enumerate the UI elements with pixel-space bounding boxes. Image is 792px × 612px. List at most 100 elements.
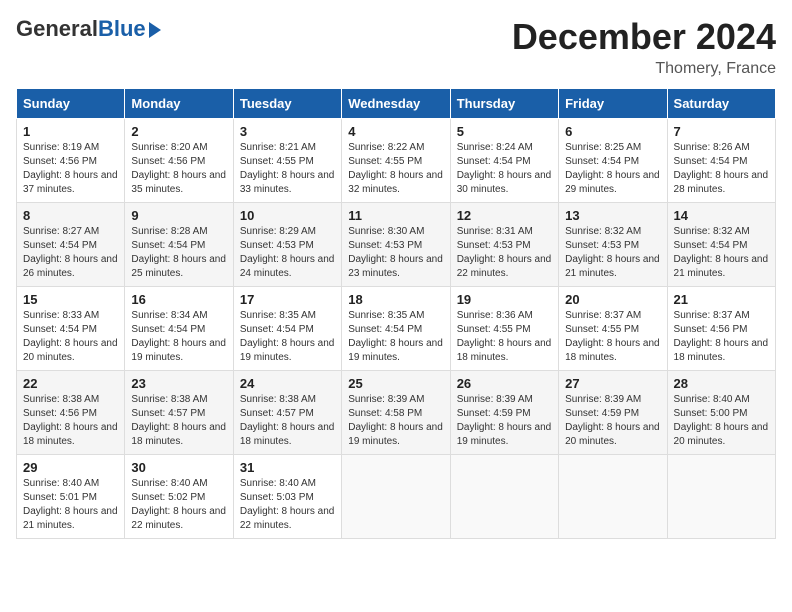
calendar-cell: 29 Sunrise: 8:40 AMSunset: 5:01 PMDaylig… [17, 455, 125, 539]
cell-info: Sunrise: 8:24 AMSunset: 4:54 PMDaylight:… [457, 142, 552, 195]
cell-info: Sunrise: 8:19 AMSunset: 4:56 PMDaylight:… [23, 142, 118, 195]
calendar-week-row: 15 Sunrise: 8:33 AMSunset: 4:54 PMDaylig… [17, 287, 776, 371]
calendar-cell: 22 Sunrise: 8:38 AMSunset: 4:56 PMDaylig… [17, 371, 125, 455]
day-number: 18 [348, 292, 443, 307]
cell-info: Sunrise: 8:20 AMSunset: 4:56 PMDaylight:… [131, 142, 226, 195]
day-number: 7 [674, 124, 769, 139]
calendar-week-row: 1 Sunrise: 8:19 AMSunset: 4:56 PMDayligh… [17, 119, 776, 203]
calendar-cell: 15 Sunrise: 8:33 AMSunset: 4:54 PMDaylig… [17, 287, 125, 371]
calendar-cell [559, 455, 667, 539]
calendar-cell: 26 Sunrise: 8:39 AMSunset: 4:59 PMDaylig… [450, 371, 558, 455]
cell-info: Sunrise: 8:25 AMSunset: 4:54 PMDaylight:… [565, 142, 660, 195]
day-number: 15 [23, 292, 118, 307]
logo-general-text: General [16, 16, 98, 42]
cell-info: Sunrise: 8:29 AMSunset: 4:53 PMDaylight:… [240, 226, 335, 279]
day-number: 12 [457, 208, 552, 223]
calendar-cell: 21 Sunrise: 8:37 AMSunset: 4:56 PMDaylig… [667, 287, 775, 371]
cell-info: Sunrise: 8:31 AMSunset: 4:53 PMDaylight:… [457, 226, 552, 279]
day-number: 31 [240, 460, 335, 475]
calendar-cell: 18 Sunrise: 8:35 AMSunset: 4:54 PMDaylig… [342, 287, 450, 371]
day-number: 11 [348, 208, 443, 223]
cell-info: Sunrise: 8:28 AMSunset: 4:54 PMDaylight:… [131, 226, 226, 279]
calendar-week-row: 22 Sunrise: 8:38 AMSunset: 4:56 PMDaylig… [17, 371, 776, 455]
day-number: 28 [674, 376, 769, 391]
calendar-cell: 31 Sunrise: 8:40 AMSunset: 5:03 PMDaylig… [233, 455, 341, 539]
calendar-header-monday: Monday [125, 89, 233, 119]
day-number: 5 [457, 124, 552, 139]
day-number: 4 [348, 124, 443, 139]
day-number: 6 [565, 124, 660, 139]
calendar-table: SundayMondayTuesdayWednesdayThursdayFrid… [16, 88, 776, 539]
month-title: December 2024 [512, 16, 776, 58]
day-number: 24 [240, 376, 335, 391]
calendar-cell: 1 Sunrise: 8:19 AMSunset: 4:56 PMDayligh… [17, 119, 125, 203]
title-area: December 2024 Thomery, France [512, 16, 776, 78]
calendar-cell: 24 Sunrise: 8:38 AMSunset: 4:57 PMDaylig… [233, 371, 341, 455]
day-number: 21 [674, 292, 769, 307]
cell-info: Sunrise: 8:33 AMSunset: 4:54 PMDaylight:… [23, 310, 118, 363]
cell-info: Sunrise: 8:37 AMSunset: 4:55 PMDaylight:… [565, 310, 660, 363]
day-number: 22 [23, 376, 118, 391]
cell-info: Sunrise: 8:39 AMSunset: 4:59 PMDaylight:… [457, 394, 552, 447]
calendar-header-sunday: Sunday [17, 89, 125, 119]
cell-info: Sunrise: 8:40 AMSunset: 5:02 PMDaylight:… [131, 478, 226, 531]
calendar-cell [450, 455, 558, 539]
cell-info: Sunrise: 8:40 AMSunset: 5:03 PMDaylight:… [240, 478, 335, 531]
calendar-cell: 25 Sunrise: 8:39 AMSunset: 4:58 PMDaylig… [342, 371, 450, 455]
cell-info: Sunrise: 8:39 AMSunset: 4:59 PMDaylight:… [565, 394, 660, 447]
cell-info: Sunrise: 8:32 AMSunset: 4:54 PMDaylight:… [674, 226, 769, 279]
calendar-cell: 7 Sunrise: 8:26 AMSunset: 4:54 PMDayligh… [667, 119, 775, 203]
day-number: 26 [457, 376, 552, 391]
calendar-cell: 23 Sunrise: 8:38 AMSunset: 4:57 PMDaylig… [125, 371, 233, 455]
cell-info: Sunrise: 8:36 AMSunset: 4:55 PMDaylight:… [457, 310, 552, 363]
cell-info: Sunrise: 8:32 AMSunset: 4:53 PMDaylight:… [565, 226, 660, 279]
day-number: 10 [240, 208, 335, 223]
calendar-header-thursday: Thursday [450, 89, 558, 119]
cell-info: Sunrise: 8:37 AMSunset: 4:56 PMDaylight:… [674, 310, 769, 363]
day-number: 16 [131, 292, 226, 307]
day-number: 25 [348, 376, 443, 391]
day-number: 19 [457, 292, 552, 307]
day-number: 3 [240, 124, 335, 139]
calendar-week-row: 8 Sunrise: 8:27 AMSunset: 4:54 PMDayligh… [17, 203, 776, 287]
calendar-cell: 6 Sunrise: 8:25 AMSunset: 4:54 PMDayligh… [559, 119, 667, 203]
calendar-cell [667, 455, 775, 539]
cell-info: Sunrise: 8:38 AMSunset: 4:57 PMDaylight:… [131, 394, 226, 447]
calendar-cell: 16 Sunrise: 8:34 AMSunset: 4:54 PMDaylig… [125, 287, 233, 371]
calendar-header-tuesday: Tuesday [233, 89, 341, 119]
day-number: 27 [565, 376, 660, 391]
day-number: 17 [240, 292, 335, 307]
calendar-cell [342, 455, 450, 539]
cell-info: Sunrise: 8:27 AMSunset: 4:54 PMDaylight:… [23, 226, 118, 279]
calendar-cell: 19 Sunrise: 8:36 AMSunset: 4:55 PMDaylig… [450, 287, 558, 371]
day-number: 1 [23, 124, 118, 139]
calendar-header-friday: Friday [559, 89, 667, 119]
calendar-cell: 9 Sunrise: 8:28 AMSunset: 4:54 PMDayligh… [125, 203, 233, 287]
cell-info: Sunrise: 8:22 AMSunset: 4:55 PMDaylight:… [348, 142, 443, 195]
cell-info: Sunrise: 8:21 AMSunset: 4:55 PMDaylight:… [240, 142, 335, 195]
location-title: Thomery, France [512, 60, 776, 78]
day-number: 29 [23, 460, 118, 475]
calendar-cell: 27 Sunrise: 8:39 AMSunset: 4:59 PMDaylig… [559, 371, 667, 455]
calendar-header-row: SundayMondayTuesdayWednesdayThursdayFrid… [17, 89, 776, 119]
calendar-header-saturday: Saturday [667, 89, 775, 119]
cell-info: Sunrise: 8:35 AMSunset: 4:54 PMDaylight:… [240, 310, 335, 363]
cell-info: Sunrise: 8:26 AMSunset: 4:54 PMDaylight:… [674, 142, 769, 195]
calendar-cell: 14 Sunrise: 8:32 AMSunset: 4:54 PMDaylig… [667, 203, 775, 287]
calendar-cell: 2 Sunrise: 8:20 AMSunset: 4:56 PMDayligh… [125, 119, 233, 203]
logo-arrow-icon [149, 22, 161, 38]
calendar-cell: 13 Sunrise: 8:32 AMSunset: 4:53 PMDaylig… [559, 203, 667, 287]
cell-info: Sunrise: 8:38 AMSunset: 4:56 PMDaylight:… [23, 394, 118, 447]
calendar-cell: 30 Sunrise: 8:40 AMSunset: 5:02 PMDaylig… [125, 455, 233, 539]
cell-info: Sunrise: 8:39 AMSunset: 4:58 PMDaylight:… [348, 394, 443, 447]
logo-blue-text: Blue [98, 16, 146, 42]
day-number: 8 [23, 208, 118, 223]
calendar-cell: 11 Sunrise: 8:30 AMSunset: 4:53 PMDaylig… [342, 203, 450, 287]
calendar-header-wednesday: Wednesday [342, 89, 450, 119]
calendar-cell: 3 Sunrise: 8:21 AMSunset: 4:55 PMDayligh… [233, 119, 341, 203]
day-number: 9 [131, 208, 226, 223]
day-number: 13 [565, 208, 660, 223]
cell-info: Sunrise: 8:40 AMSunset: 5:00 PMDaylight:… [674, 394, 769, 447]
day-number: 30 [131, 460, 226, 475]
day-number: 23 [131, 376, 226, 391]
